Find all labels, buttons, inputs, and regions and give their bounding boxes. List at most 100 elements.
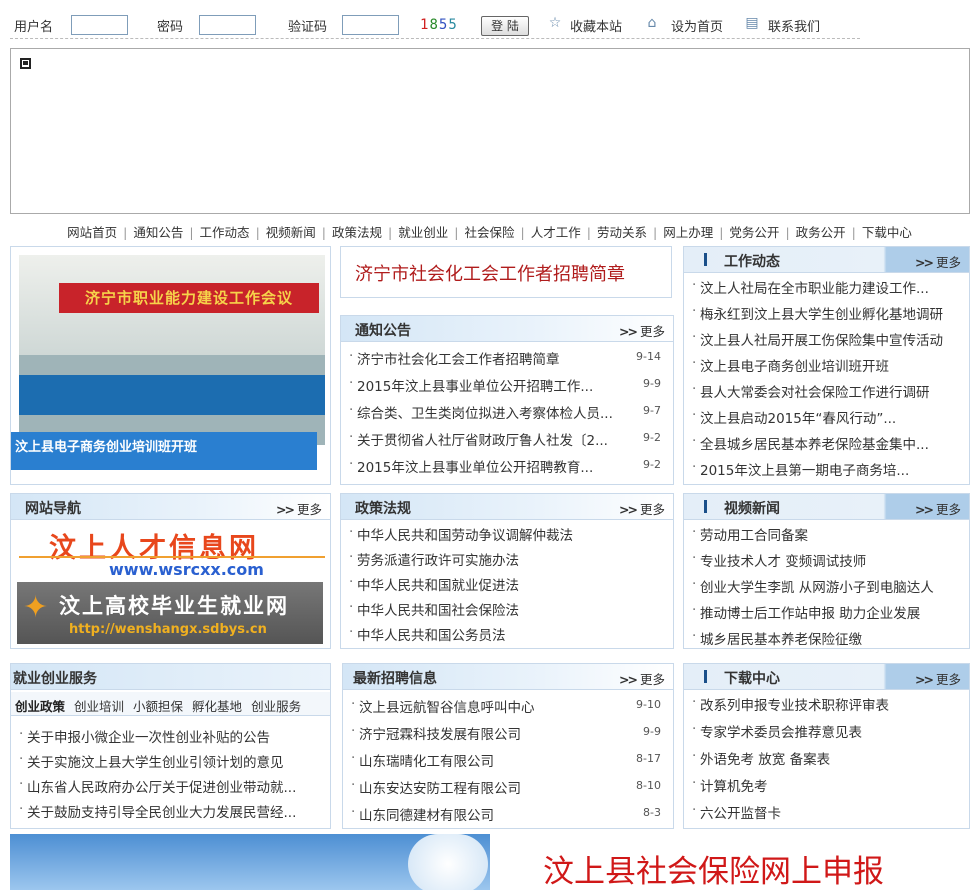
list-item[interactable]: 全县城乡居民基本养老保险基金集中...	[692, 433, 961, 459]
list-item-title[interactable]: 劳动用工合同备案	[700, 524, 961, 544]
list-item[interactable]: 山东安达安防工程有限公司 8-10	[351, 777, 665, 804]
nav-item[interactable]: 通知公告	[127, 222, 189, 241]
list-item[interactable]: 山东同德建材有限公司 8-3	[351, 804, 665, 828]
list-item[interactable]: 六公开监督卡	[692, 802, 961, 828]
headline-box[interactable]: 济宁市社会化工会工作者招聘简章	[340, 246, 672, 298]
list-item-title[interactable]: 2015年汶上县事业单位公开招聘工作...	[357, 375, 621, 395]
tab-item[interactable]: 创业服务	[247, 692, 306, 715]
download-more-link[interactable]: >> 更多	[915, 669, 961, 688]
list-item[interactable]: 专家学术委员会推荐意见表	[692, 721, 961, 748]
list-item-title[interactable]: 创业大学生李凯 从网游小子到电脑达人	[700, 576, 961, 596]
list-item[interactable]: 推动博士后工作站申报 助力企业发展	[692, 602, 961, 628]
list-item[interactable]: 汶上县远航智谷信息呼叫中心 9-10	[351, 696, 665, 723]
nav-item[interactable]: 党务公开	[723, 222, 785, 241]
list-item-title[interactable]: 综合类、卫生类岗位拟进入考察体检人员...	[357, 402, 621, 422]
nav-item[interactable]: 劳动关系	[591, 222, 653, 241]
nav-item[interactable]: 视频新闻	[260, 222, 322, 241]
list-item-title[interactable]: 六公开监督卡	[700, 802, 961, 822]
list-item-title[interactable]: 关于申报小微企业一次性创业补贴的公告	[27, 726, 322, 746]
list-item-title[interactable]: 山东省人民政府办公厅关于促进创业带动就...	[27, 776, 322, 796]
list-item[interactable]: 综合类、卫生类岗位拟进入考察体检人员... 9-7	[349, 402, 665, 429]
contact-link[interactable]: 联系我们	[768, 16, 820, 35]
tab-item[interactable]: 创业政策	[11, 692, 70, 715]
password-input[interactable]	[199, 15, 256, 35]
list-item-title[interactable]: 中华人民共和国公务员法	[357, 624, 665, 644]
list-item-title[interactable]: 关于贯彻省人社厅省财政厅鲁人社发〔2...	[357, 429, 621, 449]
nav-item[interactable]: 下载中心	[856, 222, 918, 241]
social-insurance-online-title[interactable]: 汶上县社会保险网上申报	[543, 846, 884, 890]
list-item[interactable]: 劳动用工合同备案	[692, 524, 961, 550]
home-icon[interactable]: ⌂	[644, 15, 660, 31]
list-item-title[interactable]: 外语免考 放宽 备案表	[700, 748, 961, 768]
nav-item[interactable]: 社会保险	[458, 222, 520, 241]
list-item[interactable]: 城乡居民基本养老保险征缴	[692, 628, 961, 648]
list-item-title[interactable]: 专业技术人才 变频调试技师	[700, 550, 961, 570]
list-item[interactable]: 创业大学生李凯 从网游小子到电脑达人	[692, 576, 961, 602]
username-input[interactable]	[71, 15, 128, 35]
list-item-title[interactable]: 汶上县电子商务创业培训班开班	[700, 355, 961, 375]
nav-item[interactable]: 人才工作	[525, 222, 587, 241]
list-item-title[interactable]: 专家学术委员会推荐意见表	[700, 721, 961, 741]
list-item-title[interactable]: 县人大常委会对社会保险工作进行调研	[700, 381, 961, 401]
tab-item[interactable]: 创业培训	[70, 692, 129, 715]
list-item[interactable]: 县人大常委会对社会保险工作进行调研	[692, 381, 961, 407]
list-item[interactable]: 外语免考 放宽 备案表	[692, 748, 961, 775]
list-item-title[interactable]: 推动博士后工作站申报 助力企业发展	[700, 602, 961, 622]
photo-caption[interactable]: 汶上县电子商务创业培训班开班	[11, 432, 317, 470]
list-item[interactable]: 中华人民共和国就业促进法	[349, 574, 665, 599]
list-item[interactable]: 劳务派遣行政许可实施办法	[349, 549, 665, 574]
list-item-title[interactable]: 关于实施汶上县大学生创业引领计划的意见	[27, 751, 322, 771]
list-item-title[interactable]: 汶上人社局在全市职业能力建设工作...	[700, 277, 961, 297]
list-item[interactable]: 梅永红到汶上县大学生创业孵化基地调研	[692, 303, 961, 329]
list-item[interactable]: 山东省人民政府办公厅关于促进创业带动就...	[19, 776, 322, 801]
talent-site-ad[interactable]: 汶上人才信息网 www.wsrcxx.com	[19, 524, 325, 580]
list-item-title[interactable]: 劳务派遣行政许可实施办法	[357, 549, 665, 569]
list-item-title[interactable]: 改系列申报专业技术职称评审表	[700, 694, 961, 714]
captcha-image[interactable]: 1855	[420, 17, 458, 33]
news-photo[interactable]: 济宁市职业能力建设工作会议	[19, 255, 325, 445]
work-more-link[interactable]: >> 更多	[915, 252, 961, 271]
list-item-title[interactable]: 汶上县启动2015年“春风行动”...	[700, 407, 961, 427]
list-item[interactable]: 关于申报小微企业一次性创业补贴的公告	[19, 726, 322, 751]
list-item-title[interactable]: 关于鼓励支持引导全民创业大力发展民营经...	[27, 801, 322, 821]
nav-item[interactable]: 政策法规	[326, 222, 388, 241]
nav-item[interactable]: 网上办理	[657, 222, 719, 241]
star-icon[interactable]: ☆	[547, 15, 563, 31]
list-item-title[interactable]: 城乡居民基本养老保险征缴	[700, 628, 961, 648]
list-item-title[interactable]: 汶上县远航智谷信息呼叫中心	[359, 696, 621, 716]
list-item[interactable]: 2015年汶上县第一期电子商务培...	[692, 459, 961, 484]
list-item-title[interactable]: 中华人民共和国劳动争议调解仲裁法	[357, 524, 665, 544]
list-item-title[interactable]: 山东同德建材有限公司	[359, 804, 621, 824]
list-item-title[interactable]: 济宁冠霖科技发展有限公司	[359, 723, 621, 743]
nav-item[interactable]: 就业创业	[392, 222, 454, 241]
bottom-banner-image[interactable]	[10, 834, 490, 890]
list-item[interactable]: 关于实施汶上县大学生创业引领计划的意见	[19, 751, 322, 776]
list-item[interactable]: 中华人民共和国劳动争议调解仲裁法	[349, 524, 665, 549]
policy-more-link[interactable]: >> 更多	[619, 499, 665, 518]
nav-item[interactable]: 工作动态	[194, 222, 256, 241]
login-button[interactable]: 登 陆	[481, 16, 529, 36]
recruit-more-link[interactable]: >> 更多	[619, 669, 665, 688]
tab-item[interactable]: 小额担保	[129, 692, 188, 715]
list-item[interactable]: 改系列申报专业技术职称评审表	[692, 694, 961, 721]
list-item[interactable]: 山东瑞晴化工有限公司 8-17	[351, 750, 665, 777]
list-item-title[interactable]: 2015年汶上县第一期电子商务培...	[700, 459, 961, 479]
list-item-title[interactable]: 计算机免考	[700, 775, 961, 795]
list-item[interactable]: 汶上县人社局开展工伤保险集中宣传活动	[692, 329, 961, 355]
list-item[interactable]: 专业技术人才 变频调试技师	[692, 550, 961, 576]
nav-item[interactable]: 政务公开	[790, 222, 852, 241]
list-item-title[interactable]: 2015年汶上县事业单位公开招聘教育...	[357, 456, 621, 476]
video-more-link[interactable]: >> 更多	[915, 499, 961, 518]
notice-more-link[interactable]: >> 更多	[619, 321, 665, 340]
list-item-title[interactable]: 全县城乡居民基本养老保险基金集中...	[700, 433, 961, 453]
list-item[interactable]: 关于贯彻省人社厅省财政厅鲁人社发〔2... 9-2	[349, 429, 665, 456]
list-item[interactable]: 济宁冠霖科技发展有限公司 9-9	[351, 723, 665, 750]
list-item[interactable]: 中华人民共和国公务员法	[349, 624, 665, 648]
list-item-title[interactable]: 济宁市社会化工会工作者招聘简章	[357, 348, 621, 368]
nav-item[interactable]: 网站首页	[61, 222, 123, 241]
list-item[interactable]: 汶上县电子商务创业培训班开班	[692, 355, 961, 381]
list-item[interactable]: 2015年汶上县事业单位公开招聘工作... 9-9	[349, 375, 665, 402]
graduate-site-ad[interactable]: ✦ 汶上高校毕业生就业网 http://wenshangx.sdbys.cn	[17, 582, 323, 644]
list-item-title[interactable]: 中华人民共和国社会保险法	[357, 599, 665, 619]
list-item[interactable]: 中华人民共和国社会保险法	[349, 599, 665, 624]
